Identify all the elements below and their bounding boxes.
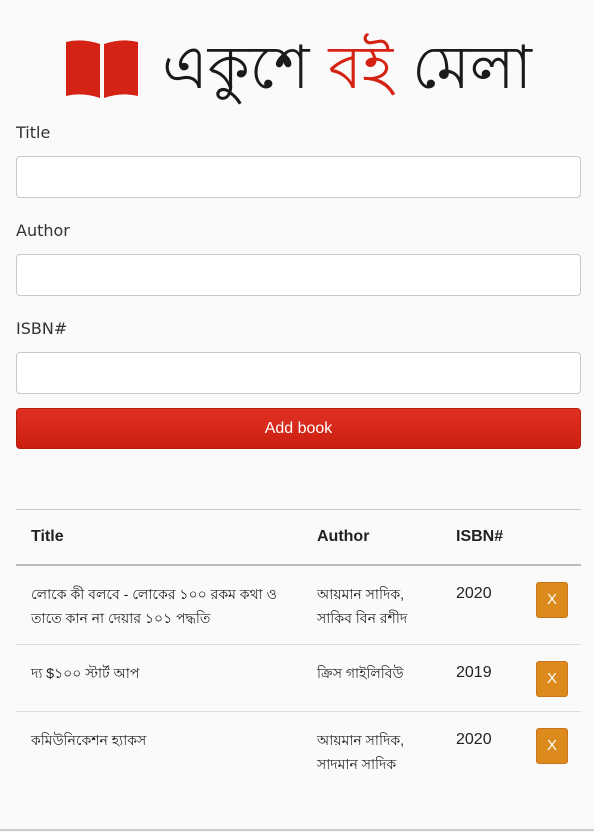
- actions-cell: X: [521, 644, 581, 712]
- book-title-cell: লোকে কী বলবে - লোকের ১০০ রকম কথা ও তাতে …: [16, 565, 302, 645]
- author-input[interactable]: [16, 254, 581, 296]
- title-input[interactable]: [16, 156, 581, 198]
- delete-book-button[interactable]: X: [536, 661, 568, 697]
- column-header-isbn: ISBN#: [441, 509, 521, 566]
- site-header: একুশে বই মেলা: [0, 28, 594, 108]
- book-title-cell: দ্য $১০০ স্টার্ট আপ: [16, 644, 302, 712]
- title-label: Title: [16, 123, 51, 142]
- book-isbn-cell: 2020: [456, 731, 492, 748]
- book-isbn-cell: 2020: [441, 565, 521, 645]
- actions-cell: X: [521, 565, 581, 645]
- title-word-1: একুশে: [162, 33, 310, 103]
- book-list-table: Title Author ISBN# লোকে কী বলবে - লোকের …: [16, 509, 581, 790]
- actions-cell: X: [521, 712, 581, 791]
- book-isbn-cell: 2019: [441, 644, 521, 712]
- isbn-input[interactable]: [16, 352, 581, 394]
- column-header-title: Title: [16, 509, 302, 566]
- book-author-cell: আয়মান সাদিক, সাকিব বিন রশীদ: [302, 565, 441, 645]
- add-book-button[interactable]: Add book: [16, 408, 581, 449]
- author-label: Author: [16, 221, 70, 240]
- isbn-label: ISBN#: [16, 319, 68, 338]
- column-header-author: Author: [302, 509, 441, 566]
- title-word-2: বই: [328, 33, 394, 103]
- column-header-actions: [521, 509, 581, 566]
- site-title: একুশে বই মেলা: [162, 28, 532, 108]
- title-word-3: মেলা: [412, 33, 532, 103]
- table-row: লোকে কী বলবে - লোকের ১০০ রকম কথা ও তাতে …: [16, 565, 581, 645]
- book-author-cell: ক্রিস গাইলিবিউ: [302, 644, 441, 712]
- delete-book-button[interactable]: X: [536, 728, 568, 764]
- bottom-divider: [0, 829, 594, 831]
- book-title-cell: কমিউনিকেশন হ্যাকস: [31, 732, 147, 748]
- add-book-form: Title Author ISBN#: [16, 118, 581, 414]
- table-row: কমিউনিকেশন হ্যাকস আয়মান সাদিক, সাদমান স…: [16, 712, 581, 791]
- table-header-row: Title Author ISBN#: [16, 509, 581, 566]
- table-row: দ্য $১০০ স্টার্ট আপ ক্রিস গাইলিবিউ 2019 …: [16, 644, 581, 712]
- open-book-icon: [66, 40, 139, 98]
- book-author-cell: আয়মান সাদিক, সাদমান সাদিক: [317, 732, 405, 772]
- delete-book-button[interactable]: X: [536, 582, 568, 618]
